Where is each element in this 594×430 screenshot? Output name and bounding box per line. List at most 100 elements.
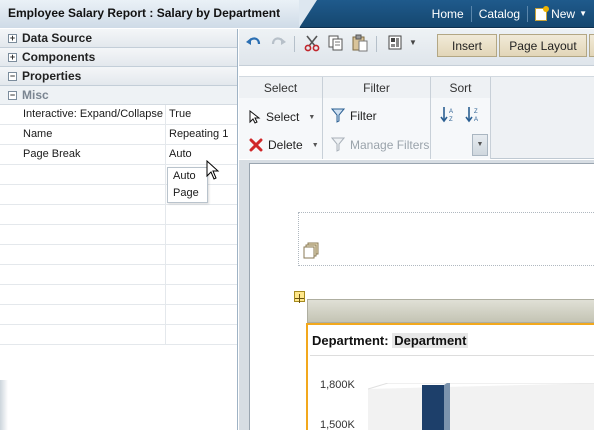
property-grid: Interactive: Expand/Collapse True Name R… <box>0 105 237 345</box>
funnel-icon <box>331 108 345 123</box>
ribbon-group-body: Select ▼ Delete ▼ <box>239 98 322 159</box>
property-name: Interactive: Expand/Collapse <box>0 105 166 124</box>
ribbon-group-title: Select <box>263 81 298 95</box>
toolbar-separator <box>376 36 377 52</box>
property-name: Name <box>0 125 166 144</box>
layout-grid-placeholder <box>298 212 594 266</box>
empty-cell <box>0 265 166 284</box>
chevron-down-icon: ▼ <box>311 141 319 149</box>
property-value[interactable]: True <box>166 105 237 124</box>
filter-button[interactable]: Filter <box>331 108 377 123</box>
new-menu[interactable]: New ▼ <box>527 5 594 22</box>
empty-row <box>0 285 237 305</box>
dropdown-option-page[interactable]: Page <box>168 185 207 202</box>
mouse-pointer-icon <box>206 160 220 180</box>
empty-cell <box>166 205 237 224</box>
property-value[interactable]: Repeating 1 <box>166 125 237 144</box>
empty-cell <box>166 305 237 324</box>
manage-filters-label: Manage Filters <box>350 137 430 152</box>
y-axis-tick-label: 1,500K <box>320 419 355 430</box>
empty-cell <box>0 325 166 344</box>
empty-cell <box>166 265 237 284</box>
delete-button[interactable]: Delete ▼ <box>249 138 319 152</box>
empty-row <box>0 325 237 345</box>
report-canvas: Department: Department 1,800K 1,500K <box>249 163 594 430</box>
property-name: Page Break <box>0 145 166 164</box>
accordion-properties[interactable]: − Properties <box>0 67 237 86</box>
pointer-arrow-icon <box>249 110 261 124</box>
sort-dropdown-toggle[interactable]: ▼ <box>472 134 488 156</box>
sort-ascending-icon[interactable]: A Z <box>440 106 456 123</box>
department-section[interactable]: Department: Department 1,800K 1,500K <box>306 323 594 430</box>
ribbon-group-body: Filter Manage Filters <box>323 98 430 159</box>
svg-text:A: A <box>449 109 453 115</box>
dropdown-option-auto[interactable]: Auto <box>168 168 207 185</box>
collapse-icon: − <box>8 70 17 81</box>
repeating-section-band[interactable] <box>307 299 594 323</box>
expand-icon: + <box>8 32 17 43</box>
ribbon-group-filter: Filter Filter Manage Filters <box>323 77 431 159</box>
undo-icon[interactable] <box>245 34 263 52</box>
chart-bar[interactable] <box>422 385 444 430</box>
catalog-link[interactable]: Catalog <box>470 6 527 22</box>
expand-icon: + <box>8 51 17 62</box>
department-field[interactable]: Department <box>392 333 469 348</box>
department-heading: Department: Department <box>312 333 469 348</box>
layout-grid-icon[interactable] <box>387 34 405 52</box>
app-header: Employee Salary Report : Salary by Depar… <box>0 0 594 28</box>
select-button[interactable]: Select ▼ <box>249 110 315 124</box>
collapse-icon: − <box>8 89 17 100</box>
paste-icon[interactable] <box>351 34 369 52</box>
accordion-data-source[interactable]: + Data Source <box>0 29 237 48</box>
delete-x-icon <box>249 138 263 152</box>
accordion-components[interactable]: + Components <box>0 48 237 67</box>
cut-icon[interactable] <box>303 34 321 52</box>
accordion-label: Data Source <box>22 31 93 45</box>
department-label: Department: <box>312 333 389 348</box>
sort-descending-icon[interactable]: Z A <box>465 106 481 123</box>
chart-plot-area[interactable] <box>368 383 594 430</box>
divider <box>310 355 594 356</box>
empty-cell <box>0 225 166 244</box>
move-handle-icon[interactable] <box>294 291 305 303</box>
panel-shade <box>0 380 8 430</box>
y-axis-tick-label: 1,800K <box>320 379 355 391</box>
repeating-section-icon[interactable] <box>302 242 320 260</box>
accordion-label: Components <box>22 50 96 64</box>
toolbar-separator <box>294 36 295 52</box>
home-link[interactable]: Home <box>425 6 471 22</box>
chevron-down-icon[interactable]: ▼ <box>409 38 417 47</box>
empty-row <box>0 265 237 285</box>
new-document-icon <box>535 5 550 21</box>
chevron-down-icon: ▼ <box>308 113 316 121</box>
svg-text:Z: Z <box>474 109 478 115</box>
page-break-select[interactable]: Auto <box>166 145 237 164</box>
svg-text:Z: Z <box>449 117 453 123</box>
empty-cell <box>166 245 237 264</box>
manage-filters-button[interactable]: Manage Filters <box>331 137 429 152</box>
ribbon-group-title: Sort <box>449 81 472 95</box>
empty-cell <box>0 185 166 204</box>
empty-cell <box>0 165 166 184</box>
property-row: Page Break Auto <box>0 145 237 165</box>
report-title: Employee Salary Report : Salary by Depar… <box>8 6 281 20</box>
property-row: Interactive: Expand/Collapse True <box>0 105 237 125</box>
ribbon: Select Select ▼ Delete ▼ Filter Filter M… <box>239 76 594 159</box>
accordion-label: Properties <box>22 69 82 83</box>
tab-overflow[interactable] <box>589 34 594 57</box>
tab-page-layout[interactable]: Page Layout <box>499 34 587 57</box>
empty-cell <box>0 305 166 324</box>
property-group-misc[interactable]: − Misc <box>0 86 237 105</box>
chevron-down-icon: ▼ <box>579 9 587 18</box>
new-menu-label: New <box>551 7 576 21</box>
empty-cell <box>166 285 237 304</box>
tab-insert[interactable]: Insert <box>437 34 497 57</box>
empty-row <box>0 205 237 225</box>
empty-row <box>0 305 237 325</box>
empty-cell <box>0 245 166 264</box>
redo-icon[interactable] <box>269 34 287 52</box>
left-panel: + Data Source + Components − Properties … <box>0 29 238 430</box>
funnel-icon <box>331 137 345 152</box>
property-row: Name Repeating 1 <box>0 125 237 145</box>
copy-icon[interactable] <box>327 34 345 52</box>
